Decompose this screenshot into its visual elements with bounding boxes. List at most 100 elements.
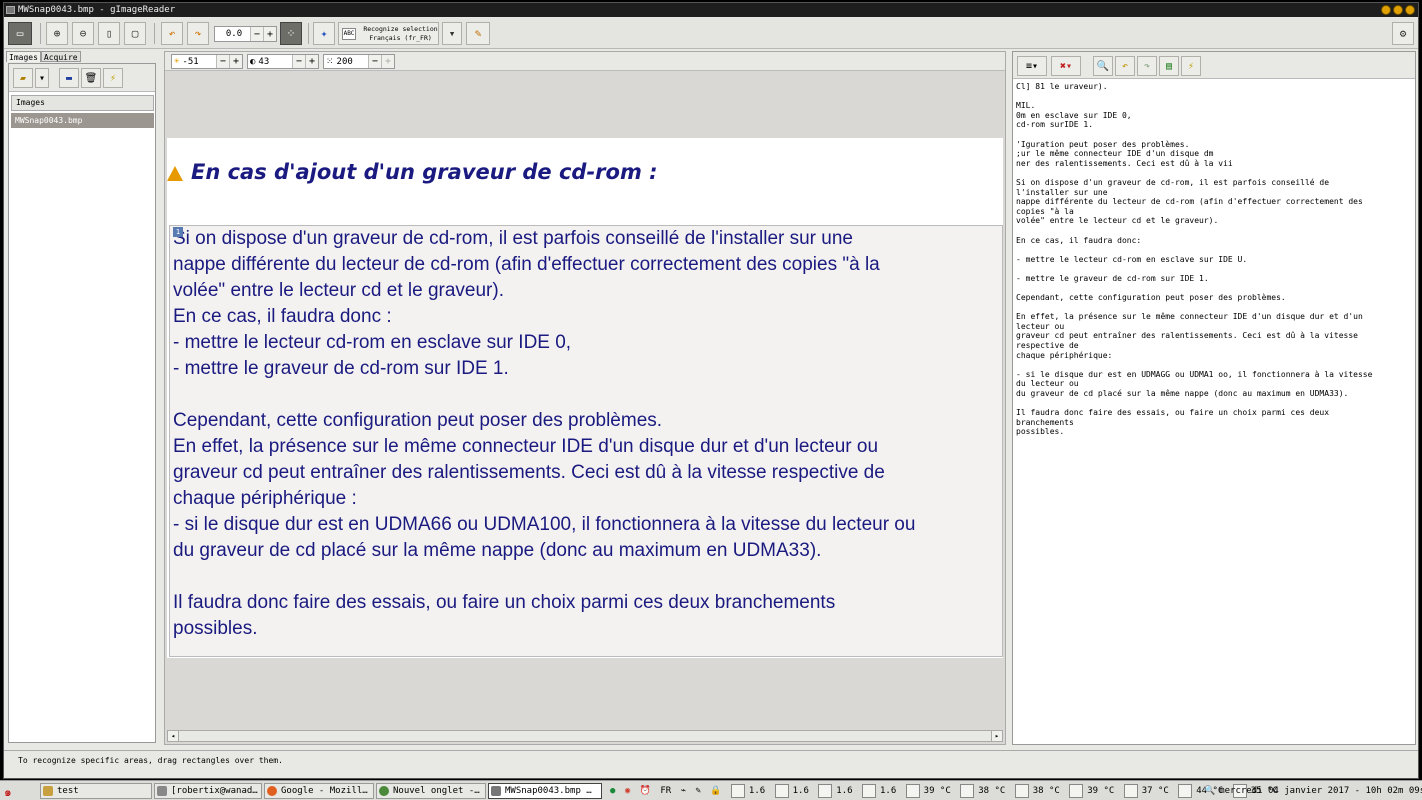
rotation-increment[interactable]: + [263, 27, 276, 41]
search-icon[interactable]: 🔍 [1204, 783, 1215, 799]
keyboard-layout[interactable]: FR [660, 783, 671, 799]
alarm-icon[interactable]: ⏰ [640, 783, 651, 799]
recognize-selection-button[interactable]: ABC Recognize selection Français (fr_FR) [338, 22, 439, 45]
clear-output-button[interactable]: ⚡ [1181, 56, 1201, 76]
firefox-icon [267, 786, 277, 796]
strip-linebreaks-button[interactable]: ✖▾ [1051, 56, 1081, 76]
rotation-decrement[interactable]: − [250, 27, 263, 41]
document-line: Cependant, cette configuration peut pose… [173, 410, 663, 431]
resolution-value: 200 [336, 56, 353, 67]
temp-3: 38 °C [1032, 786, 1060, 796]
task-item-test[interactable]: test [40, 783, 152, 799]
selection-rectangle[interactable]: Si on dispose d'un graveur de cd-rom, il… [169, 225, 1003, 657]
output-mode-button[interactable]: ≡▾ [1017, 56, 1047, 76]
contrast-decrement[interactable]: − [292, 55, 305, 68]
zoom-in-button[interactable]: ⊕ [46, 22, 68, 45]
cpu-load-2: 1.6 [792, 786, 809, 796]
cpu-icon [774, 783, 789, 798]
document-line: - mettre le graveur de cd-rom sur IDE 1. [173, 358, 509, 379]
chrome-tray-icon[interactable]: ◉ [625, 783, 630, 799]
rotation-spinbox[interactable]: 0.0 − + [214, 26, 277, 42]
trash-icon: 🗑 [84, 72, 98, 84]
language-dropdown-button[interactable]: ▾ [442, 22, 462, 45]
find-icon: 🔍 [1096, 60, 1110, 72]
add-image-menu-button[interactable]: ▾ [35, 68, 49, 88]
find-replace-button[interactable]: 🔍 [1093, 56, 1113, 76]
close-button[interactable] [1405, 5, 1415, 15]
list-item[interactable]: MWSnap0043.bmp [11, 113, 154, 128]
task-item-firefox[interactable]: Google - Mozill… [264, 783, 374, 799]
document-body: Si on dispose d'un graveur de cd-rom, il… [173, 226, 1005, 642]
document-line: graveur cd peut entraîner des ralentisse… [173, 462, 885, 483]
document-line: En ce cas, il faudra donc : [173, 306, 392, 327]
rotate-right-button[interactable]: ↷ [187, 22, 209, 45]
clock-area[interactable]: 🔍 mercredi 04 janvier 2017 - 10h 02m 09s [1204, 783, 1422, 799]
resolution-spinbox[interactable]: ⁙ 200 − + [323, 54, 395, 69]
resolution-icon: ⁙ [326, 56, 334, 67]
maximize-button[interactable] [1393, 5, 1403, 15]
task-item-gimagereader[interactable]: MWSnap0043.bmp … [488, 783, 602, 799]
lock-icon[interactable]: 🔒 [710, 783, 721, 799]
brightness-increment[interactable]: + [229, 55, 242, 68]
tab-images[interactable]: Images [6, 51, 41, 62]
abc-icon: ABC [342, 28, 356, 40]
add-image-button[interactable]: ▰ [13, 68, 33, 88]
brightness-spinbox[interactable]: ☀ -51 − + [171, 54, 243, 69]
task-item-chrome[interactable]: Nouvel onglet -… [376, 783, 486, 799]
output-panel: ≡▾ ✖▾ 🔍 ↶ ↷ ▤ ⚡ Cl] 81 le uraveur). MIL.… [1012, 51, 1416, 745]
insert-mode-icon: ≡▾ [1025, 60, 1039, 72]
undo-button[interactable]: ↶ [1115, 56, 1135, 76]
settings-button[interactable]: ⚙ [1392, 22, 1414, 45]
tab-acquire[interactable]: Acquire [40, 51, 81, 62]
temp-2: 38 °C [978, 786, 1006, 796]
zoom-out-button[interactable]: ⊖ [72, 22, 94, 45]
folder-icon [43, 786, 53, 796]
contrast-increment[interactable]: + [305, 55, 318, 68]
clock: mercredi 04 janvier 2017 - 10h 02m 09s [1219, 786, 1422, 796]
zoom-fit-button[interactable]: ▯ [98, 22, 120, 45]
resolution-decrement[interactable]: − [368, 55, 381, 68]
contrast-value: 43 [258, 56, 270, 67]
minimize-button[interactable] [1381, 5, 1391, 15]
system-tray: ● ◉ ⏰ FR ⌁ ✎ 🔒 1.6 1.6 1.6 1.6 39 °C 38 … [610, 783, 1282, 799]
wifi-icon[interactable]: ⌁ [681, 783, 686, 799]
zoom-original-icon: ▢ [131, 27, 139, 40]
contrast-spinbox[interactable]: ◐ 43 − + [247, 54, 319, 69]
output-pane-toggle[interactable]: ✎ [466, 22, 490, 45]
thermometer-icon [1014, 783, 1029, 798]
rotate-left-button[interactable]: ↶ [161, 22, 183, 45]
broom-icon: ⚡ [1187, 60, 1195, 72]
cpu-load-1: 1.6 [748, 786, 766, 796]
autodetect-layout-button[interactable]: ⁘ [280, 22, 302, 45]
output-text[interactable]: Cl] 81 le uraveur). MIL. 0m en esclave s… [1016, 82, 1412, 437]
clear-images-button[interactable]: ⚡ [103, 68, 123, 88]
image-source-button[interactable]: ▭ [8, 22, 32, 45]
autodetect-button[interactable]: ✦ [313, 22, 335, 45]
title-bar[interactable]: MWSnap0043.bmp - gImageReader [4, 3, 1418, 17]
pen-icon[interactable]: ✎ [695, 783, 700, 799]
document-line: du graveur de cd placé sur la même nappe… [173, 540, 822, 561]
network-icon[interactable]: ● [610, 783, 615, 799]
redo-button[interactable]: ↷ [1137, 56, 1157, 76]
zoom-original-button[interactable]: ▢ [124, 22, 146, 45]
edit-document-icon: ✎ [474, 27, 482, 40]
brightness-decrement[interactable]: − [216, 55, 229, 68]
task-item-terminal[interactable]: [robertix@wanad… [154, 783, 262, 799]
cpu-icon [861, 783, 876, 798]
horizontal-scrollbar[interactable]: ◂ ▸ [167, 730, 1003, 742]
resolution-increment[interactable]: + [381, 55, 394, 68]
monitor-icon: ▭ [16, 27, 24, 40]
save-output-button[interactable]: ▤ [1159, 56, 1179, 76]
document-heading: En cas d'ajout d'un graveur de cd-rom : [191, 160, 658, 184]
scroll-left-icon[interactable]: ◂ [168, 731, 179, 741]
remove-image-button[interactable]: ▬ [59, 68, 79, 88]
rotate-right-icon: ↷ [194, 27, 202, 40]
debian-menu-icon[interactable]: ๑ [4, 783, 12, 800]
document-image[interactable]: En cas d'ajout d'un graveur de cd-rom : … [167, 138, 1003, 658]
thermometer-icon [960, 783, 975, 798]
broom-icon: ⚡ [109, 72, 117, 84]
delete-image-button[interactable]: 🗑 [81, 68, 101, 88]
terminal-icon [157, 786, 167, 796]
scroll-right-icon[interactable]: ▸ [991, 731, 1002, 741]
